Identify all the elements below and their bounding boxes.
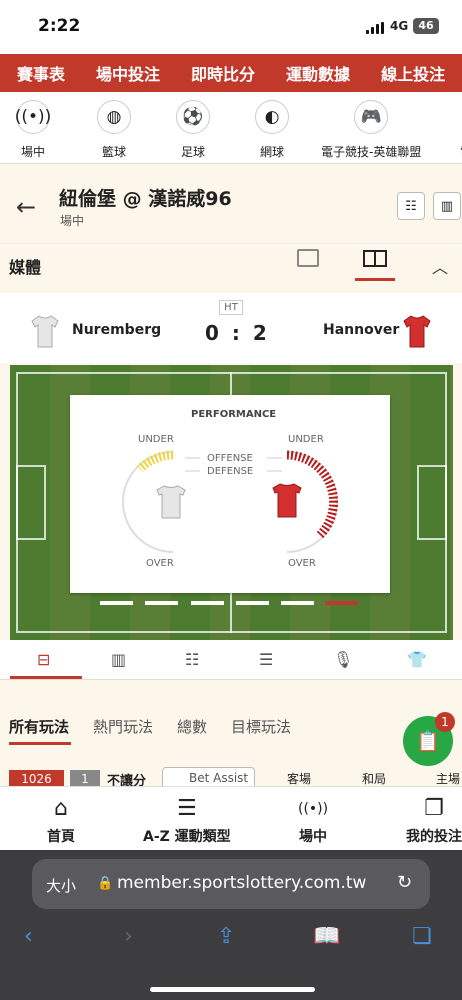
- sport-item-basketball[interactable]: ◍ 籃球: [97, 100, 131, 160]
- match-tabs: ⊟ ▥ ☷ ☰ 🎙 👕: [0, 640, 462, 680]
- pitch-tab-icon[interactable]: ⊟: [37, 650, 50, 669]
- bet-type-tabs: 所有玩法 熱門玩法 總數 目標玩法: [9, 716, 315, 737]
- bet-assist-button[interactable]: Bet Assist: [162, 767, 255, 786]
- soccer-icon: ⚽: [176, 100, 210, 134]
- stats-tab-icon[interactable]: ▥: [111, 650, 126, 669]
- clock: 2:22: [38, 16, 81, 36]
- monitor-icon[interactable]: [297, 249, 319, 267]
- away-shirt-icon: [403, 315, 431, 348]
- top-nav-item-schedule[interactable]: 賽事表: [17, 61, 65, 85]
- network-type: 4G: [390, 19, 409, 33]
- top-nav-item-live-scores[interactable]: 即時比分: [191, 61, 255, 85]
- top-nav-item-sports-data[interactable]: 運動數據: [286, 61, 350, 85]
- clipboard-icon: 📋: [415, 729, 441, 753]
- pitch-icon[interactable]: [363, 250, 387, 267]
- sport-item-tennis[interactable]: ◐ 網球: [255, 100, 289, 160]
- top-nav-item-online-betting[interactable]: 線上投注: [381, 61, 445, 85]
- list-tab-icon[interactable]: ☰: [259, 650, 273, 669]
- commentary-tab-icon[interactable]: 🎙: [333, 650, 353, 669]
- bar-chart-icon: ▥: [440, 198, 454, 214]
- period-badge: HT: [219, 300, 243, 315]
- menu-icon: ☰: [176, 796, 197, 821]
- shirt-tab-icon[interactable]: 👕: [407, 650, 427, 669]
- home-icon: ⌂: [54, 796, 68, 821]
- top-nav-item-live-betting[interactable]: 場中投注: [96, 61, 160, 85]
- sports-bar: ((•)) 場中 ◍ 籃球 ⚽ 足球 ◐ 網球 🎮 電子競技-英雄聯盟 電: [0, 92, 462, 164]
- tab-goal-bets[interactable]: 目標玩法: [231, 718, 291, 736]
- basketball-icon: ◍: [97, 100, 131, 134]
- signal-icon: [366, 22, 384, 34]
- sport-item-partial[interactable]: 電: [449, 100, 462, 160]
- match-title: 紐倫堡 @ 漢諾威96: [59, 188, 232, 210]
- status-bar: 2:22 4G 46: [0, 0, 462, 54]
- media-active-underline: [355, 278, 395, 281]
- match-score: 0 : 2: [205, 321, 270, 345]
- back-icon[interactable]: ‹: [24, 924, 33, 949]
- home-indicator: [150, 987, 315, 992]
- media-label: 媒體: [9, 258, 42, 277]
- top-nav: 賽事表 場中投注 即時比分 運動數據 線上投注: [0, 54, 462, 92]
- forward-icon[interactable]: ›: [124, 924, 133, 949]
- lineup-button[interactable]: ☷: [397, 192, 425, 220]
- carousel-indicators[interactable]: [100, 601, 362, 605]
- text-size-button[interactable]: 大小: [46, 875, 76, 896]
- bottom-nav-home[interactable]: ⌂ 首頁: [47, 795, 75, 846]
- lock-icon: 🔒: [97, 876, 114, 891]
- battery-icon: 46: [413, 18, 439, 34]
- stats-button[interactable]: ▥: [433, 192, 461, 220]
- bet-slip-badge: 1: [435, 712, 455, 732]
- bets-icon: ❐: [424, 796, 444, 821]
- bottom-nav: ⌂ 首頁 ☰ A-Z 運動類型 ((•)) 場中 ❐ 我的投注: [0, 786, 462, 850]
- tab-popular-bets[interactable]: 熱門玩法: [93, 718, 153, 736]
- share-icon[interactable]: ⇪: [217, 924, 235, 949]
- reload-icon[interactable]: ↻: [397, 872, 412, 893]
- col-home: 主場: [436, 772, 461, 786]
- url-text[interactable]: member.sportslottery.com.tw: [117, 873, 366, 893]
- performance-card: PERFORMANCE UNDER UNDER OFFENSE DEFENSE …: [70, 395, 390, 593]
- performance-gauges: [122, 450, 338, 553]
- col-draw: 和局: [362, 772, 387, 786]
- home-team-name: Nuremberg: [72, 322, 162, 338]
- bottom-nav-live[interactable]: ((•)) 場中: [298, 795, 328, 846]
- live-icon: ((•)): [298, 801, 329, 817]
- away-team-name: Hannover: [323, 322, 400, 338]
- chevron-up-icon[interactable]: ︿: [432, 254, 448, 278]
- tab-totals[interactable]: 總數: [177, 718, 207, 736]
- odds-header-row: 1026 1 不讓分 Bet Assist 客場 和局 主場: [0, 766, 462, 786]
- col-away: 客場: [287, 772, 312, 786]
- play-tab-underline: [9, 742, 71, 745]
- count-badge: 1: [70, 770, 100, 786]
- team-icon: ☷: [405, 198, 417, 214]
- bottom-nav-az-sports[interactable]: ☰ A-Z 運動類型: [143, 795, 231, 846]
- tennis-icon: ◐: [255, 100, 289, 134]
- gamepad-icon: 🎮: [354, 100, 389, 134]
- sport-item-soccer[interactable]: ⚽ 足球: [176, 100, 210, 160]
- tabs-icon[interactable]: ❏: [412, 924, 432, 949]
- tab-active-underline: [10, 676, 82, 679]
- tab-all-bets[interactable]: 所有玩法: [9, 718, 69, 736]
- match-status: 場中: [60, 214, 85, 228]
- market-label: 不讓分: [107, 774, 147, 786]
- sport-item-esports-lol[interactable]: 🎮 電子競技-英雄聯盟: [321, 100, 421, 160]
- bookmarks-icon[interactable]: 📖: [313, 924, 340, 949]
- back-arrow-icon[interactable]: ←: [16, 193, 36, 221]
- bottom-nav-my-bets[interactable]: ❐ 我的投注: [406, 795, 462, 846]
- live-icon: ((•)): [15, 100, 51, 134]
- home-shirt-icon: [31, 315, 59, 348]
- lineup-tab-icon[interactable]: ☷: [185, 650, 199, 669]
- sport-item-live[interactable]: ((•)) 場中: [15, 100, 51, 160]
- match-id-badge: 1026: [9, 770, 64, 786]
- media-bar: [0, 243, 462, 293]
